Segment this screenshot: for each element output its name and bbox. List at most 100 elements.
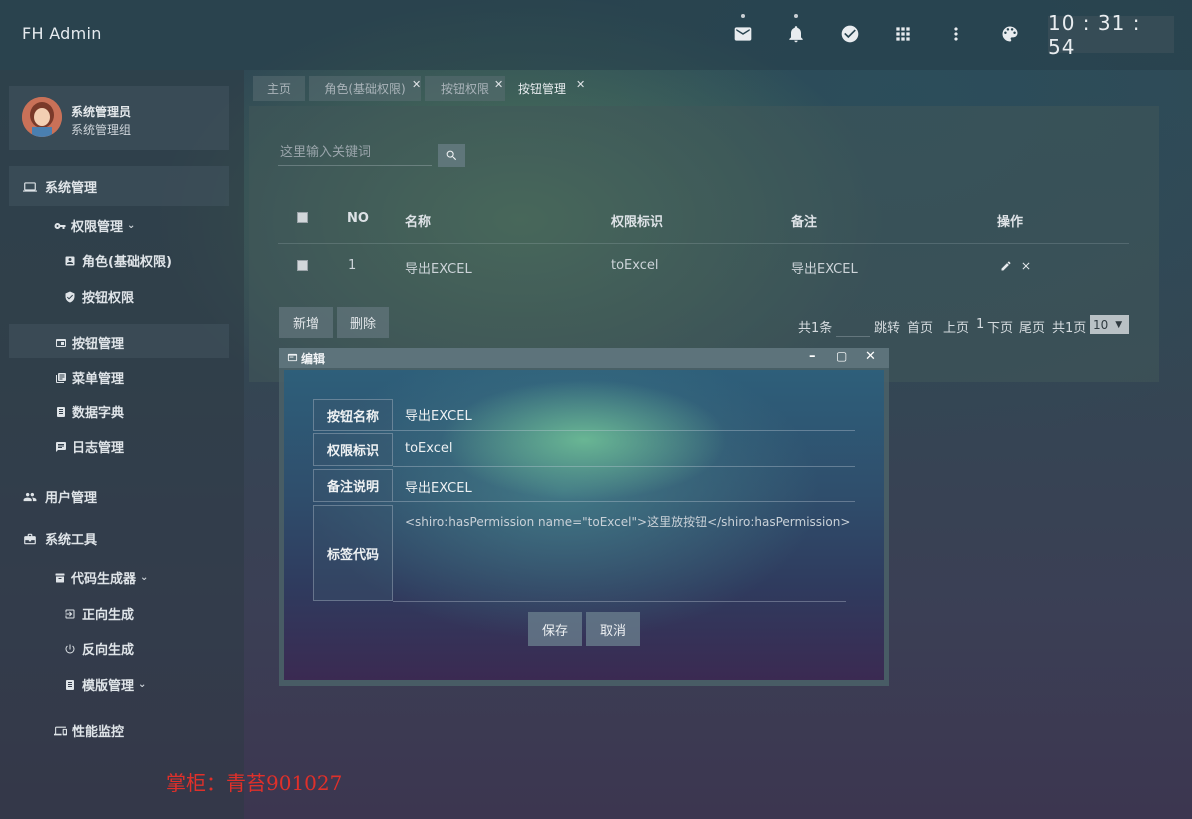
sidebar-item-sys-tools[interactable]: 系统工具 xyxy=(23,529,97,548)
cell-no: 1 xyxy=(348,258,357,273)
palette-icon[interactable] xyxy=(998,22,1022,46)
pagination-pages: 共1页 xyxy=(1052,321,1087,336)
pagination-jump[interactable]: 跳转 xyxy=(874,317,900,336)
select-all-checkbox[interactable] xyxy=(297,212,308,223)
sidebar-item-button-mgmt[interactable]: 按钮管理 xyxy=(55,333,124,352)
field-value-button-name[interactable]: 导出EXCEL xyxy=(405,405,472,424)
close-icon[interactable]: ✕ xyxy=(865,349,876,364)
user-name: 系统管理员 xyxy=(71,105,132,119)
field-divider xyxy=(393,601,846,602)
pagination-last[interactable]: 尾页 xyxy=(1019,317,1045,336)
field-value-perm[interactable]: toExcel xyxy=(405,441,453,456)
user-group: 系统管理组 xyxy=(71,123,132,137)
pagination-prev[interactable]: 上页 xyxy=(943,317,969,336)
more-vert-icon[interactable] xyxy=(944,22,968,46)
sidebar-label: 系统工具 xyxy=(45,533,98,548)
notification-dot xyxy=(741,14,745,18)
sidebar-label: 用户管理 xyxy=(45,491,98,506)
people-icon xyxy=(23,490,37,504)
column-header-actions: 操作 xyxy=(997,215,1024,230)
shield-icon xyxy=(64,290,76,304)
pagination-first[interactable]: 首页 xyxy=(907,317,933,336)
sidebar-item-monitor[interactable]: 性能监控 xyxy=(54,721,124,740)
tab-button-mgmt[interactable]: 按钮管理 xyxy=(509,76,575,101)
sidebar-item-reverse[interactable]: 反向生成 xyxy=(64,639,134,658)
power-icon xyxy=(64,642,76,656)
sidebar-item-perm-mgmt[interactable]: 权限管理 ⌄ xyxy=(54,216,135,235)
briefcase-icon xyxy=(23,532,37,546)
table-divider xyxy=(278,243,1129,244)
search-icon xyxy=(446,150,457,161)
close-icon[interactable]: ✕ xyxy=(576,78,585,91)
sidebar-item-role[interactable]: 角色(基础权限) xyxy=(64,251,172,270)
bell-icon[interactable] xyxy=(784,14,808,46)
close-icon[interactable]: ✕ xyxy=(412,78,421,91)
check-circle-icon[interactable] xyxy=(838,22,862,46)
search-input[interactable] xyxy=(278,140,432,166)
edit-pencil-icon[interactable] xyxy=(999,259,1013,273)
sidebar-label: 数据字典 xyxy=(72,406,125,421)
sidebar-label: 系统管理 xyxy=(45,181,98,196)
notification-dot xyxy=(794,14,798,18)
cancel-button[interactable]: 取消 xyxy=(586,612,640,646)
sidebar-item-button-perm[interactable]: 按钮权限 xyxy=(64,287,134,306)
laptop-icon xyxy=(23,180,37,194)
sidebar-item-log[interactable]: 日志管理 xyxy=(55,437,124,456)
sidebar-label: 权限管理 xyxy=(71,220,124,235)
key-icon xyxy=(54,219,66,233)
pagination-next[interactable]: 下页 xyxy=(987,317,1013,336)
maximize-icon[interactable]: ▢ xyxy=(836,349,847,363)
add-button[interactable]: 新增 xyxy=(279,307,333,338)
field-label-perm: 权限标识 xyxy=(313,433,393,466)
delete-button[interactable]: 删除 xyxy=(337,307,389,338)
sidebar-item-menu-mgmt[interactable]: 菜单管理 xyxy=(55,368,124,387)
tab-button-perm[interactable]: 按钮权限 xyxy=(425,76,505,101)
login-icon xyxy=(64,607,76,621)
sidebar-item-forward[interactable]: 正向生成 xyxy=(64,604,134,623)
page-size-select[interactable]: 10 ▼ xyxy=(1090,315,1129,334)
archive-icon xyxy=(54,571,66,585)
avatar xyxy=(22,97,62,137)
pagination-current[interactable]: 1 xyxy=(976,317,984,332)
window-icon xyxy=(55,336,67,350)
field-value-tag-code[interactable]: <shiro:hasPermission name="toExcel">这里放按… xyxy=(405,513,850,530)
search-button[interactable] xyxy=(438,144,465,167)
row-checkbox[interactable] xyxy=(297,260,308,271)
caret-down-icon: ▼ xyxy=(1115,319,1123,330)
pagination-jump-input[interactable] xyxy=(836,313,870,337)
mail-icon[interactable] xyxy=(731,14,755,46)
cell-remark: 导出EXCEL xyxy=(791,262,858,277)
column-header-remark: 备注 xyxy=(791,215,818,230)
sidebar-item-user-mgmt[interactable]: 用户管理 xyxy=(23,487,97,506)
devices-icon xyxy=(54,724,67,738)
page-size-value: 10 xyxy=(1093,317,1109,332)
window-icon xyxy=(287,352,299,364)
user-card[interactable]: 系统管理员 系统管理组 xyxy=(9,86,229,150)
field-value-remark[interactable]: 导出EXCEL xyxy=(405,477,472,496)
dialog-titlebar[interactable]: 编辑 – ▢ ✕ xyxy=(279,348,889,368)
column-header-no: NO xyxy=(347,211,369,226)
delete-x-icon[interactable] xyxy=(1019,259,1033,273)
sidebar-item-template[interactable]: 模版管理 ⌄ xyxy=(64,675,146,694)
chevron-down-icon: ⌄ xyxy=(127,220,136,231)
column-header-perm: 权限标识 xyxy=(611,215,664,230)
field-divider xyxy=(393,466,855,467)
layers-icon xyxy=(55,371,67,385)
cell-perm: toExcel xyxy=(611,258,659,273)
close-icon[interactable]: ✕ xyxy=(494,78,503,91)
sidebar-item-system-mgmt[interactable]: 系统管理 xyxy=(23,177,97,196)
minimize-icon[interactable]: – xyxy=(809,349,816,364)
save-button[interactable]: 保存 xyxy=(528,612,582,646)
pagination-total: 共1条 xyxy=(798,321,833,336)
field-divider xyxy=(393,501,855,502)
field-label-tag-code: 标签代码 xyxy=(313,505,393,601)
sidebar-item-dict[interactable]: 数据字典 xyxy=(55,402,124,421)
column-header-name: 名称 xyxy=(405,215,432,230)
book-icon xyxy=(64,678,76,692)
tab-home[interactable]: 主页 xyxy=(253,76,305,101)
brand-title[interactable]: FH Admin xyxy=(22,24,102,43)
apps-grid-icon[interactable] xyxy=(891,22,915,46)
sidebar-item-codegen[interactable]: 代码生成器 ⌄ xyxy=(54,568,148,587)
tab-role[interactable]: 角色(基础权限) xyxy=(309,76,421,101)
clock-display: 10 : 31 : 54 xyxy=(1048,11,1174,59)
